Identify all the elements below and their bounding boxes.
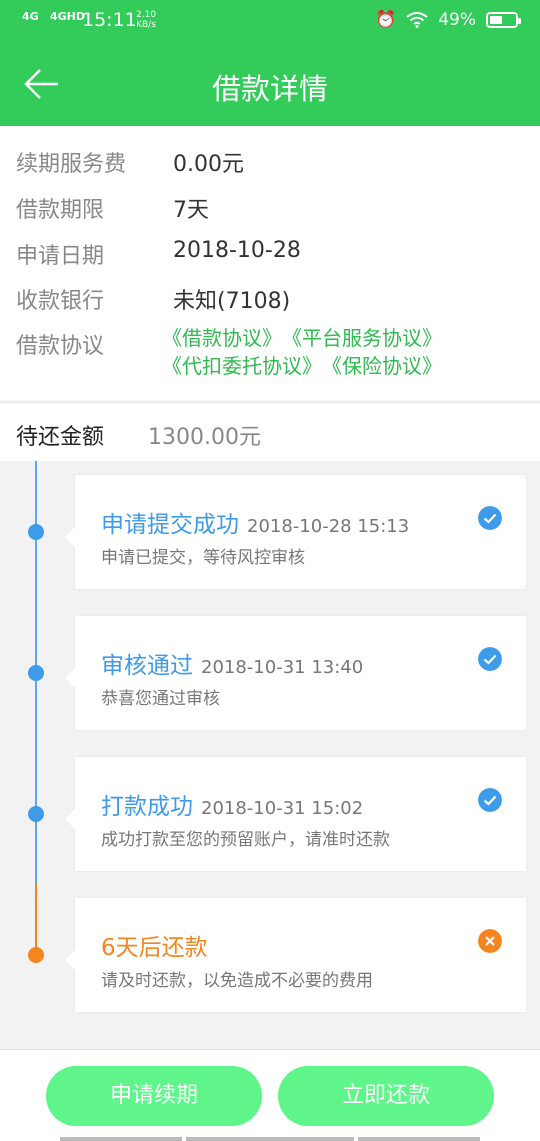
info-label: 续期服务费 (16, 152, 127, 177)
info-row-apply-date: 申请日期 2018-10-28 (16, 238, 301, 270)
timeline-dot (28, 524, 44, 540)
network-indicator-2: 4GHD (50, 10, 86, 23)
battery-percent: 49% (438, 10, 476, 30)
timeline-card-title: 申请提交成功 2018-10-28 15:13 (101, 505, 409, 539)
status-right: ⏰ 49% (375, 10, 521, 30)
timeline-card-title: 打款成功 2018-10-31 15:02 (101, 787, 363, 821)
info-value: 7天 (173, 198, 209, 223)
info-label: 收款银行 (16, 289, 105, 314)
step-title: 审核通过 (101, 653, 193, 679)
network-indicator-1: 4G (22, 10, 39, 23)
agreement-link-debit[interactable]: 《代扣委托协议》 (162, 354, 322, 378)
step-desc: 请及时还款，以免造成不必要的费用 (101, 971, 373, 991)
page-title: 借款详情 (211, 72, 328, 106)
close-circle-icon (478, 929, 502, 953)
info-row-agreement: 借款协议 (16, 328, 104, 360)
info-row-term: 借款期限 7天 (16, 192, 209, 224)
check-circle-icon (478, 647, 502, 671)
step-desc: 恭喜您通过审核 (101, 689, 220, 709)
timeline-card-title: 6天后还款 (101, 928, 208, 962)
timeline-card-repay-due: 6天后还款 请及时还款，以免造成不必要的费用 (65, 898, 526, 1012)
agreement-link-loan[interactable]: 《借款协议》 (162, 326, 282, 350)
info-value: 2018-10-28 (173, 238, 301, 263)
step-time: 2018-10-31 13:40 (201, 657, 364, 678)
repay-amount-label: 待还金额 (16, 425, 105, 450)
repay-now-button[interactable]: 立即还款 (278, 1066, 494, 1126)
info-value: 0.00元 (173, 152, 244, 177)
check-circle-icon (478, 506, 502, 530)
step-title: 申请提交成功 (101, 512, 239, 538)
nav-hint-bar (186, 1137, 354, 1141)
network-speed: 2.10 KB/s (136, 10, 156, 30)
timeline-dot (28, 806, 44, 822)
timeline-dot (28, 947, 44, 963)
timeline-card-paid: 打款成功 2018-10-31 15:02 成功打款至您的预留账户，请准时还款 (65, 757, 526, 871)
repay-amount: 待还金额 1300.00元 (0, 402, 540, 461)
progress-timeline: 申请提交成功 2018-10-28 15:13 申请已提交，等待风控审核 审核通过… (0, 461, 540, 1049)
step-time: 2018-10-31 15:02 (201, 798, 364, 819)
action-bar: 申请续期 立即还款 (0, 1049, 540, 1141)
info-label: 申请日期 (16, 244, 105, 269)
timeline-line-pending (35, 884, 37, 954)
network-speed-unit: KB/s (136, 20, 156, 30)
step-desc: 成功打款至您的预留账户，请准时还款 (101, 830, 390, 850)
timeline-card-approved: 审核通过 2018-10-31 13:40 恭喜您通过审核 (65, 616, 526, 730)
loan-info: 续期服务费 0.00元 借款期限 7天 申请日期 2018-10-28 收款银行… (0, 126, 540, 400)
alarm-icon: ⏰ (375, 10, 397, 30)
timeline-card-title: 审核通过 2018-10-31 13:40 (101, 646, 363, 680)
battery-icon (486, 12, 521, 28)
nav-hint-bar (358, 1137, 480, 1141)
network-speed-value: 2.10 (136, 10, 157, 20)
wifi-icon (406, 12, 428, 28)
timeline-dot (28, 665, 44, 681)
step-desc: 申请已提交，等待风控审核 (101, 548, 305, 568)
step-title: 打款成功 (101, 794, 193, 820)
info-label: 借款协议 (16, 334, 105, 359)
info-row-bank: 收款银行 未知(7108) (16, 283, 290, 315)
check-circle-icon (478, 788, 502, 812)
timeline-card-submitted: 申请提交成功 2018-10-28 15:13 申请已提交，等待风控审核 (65, 475, 526, 589)
clock: 15:11 (82, 9, 137, 31)
renew-button[interactable]: 申请续期 (46, 1066, 262, 1126)
agreement-link-platform[interactable]: 《平台服务协议》 (292, 326, 442, 350)
info-label: 借款期限 (16, 198, 105, 223)
info-row-renewal-fee: 续期服务费 0.00元 (16, 146, 244, 178)
info-value: 未知(7108) (173, 289, 291, 314)
step-time: 2018-10-28 15:13 (247, 516, 410, 537)
status-bar: 4G 4GHD 15:11 2.10 KB/s ⏰ 49% (0, 0, 540, 42)
app-header: 4G 4GHD 15:11 2.10 KB/s ⏰ 49% 借款详情 (0, 0, 540, 126)
agreement-link-insurance[interactable]: 《保险协议》 (332, 354, 442, 378)
nav-hint-bar (60, 1137, 182, 1141)
agreement-links: 《借款协议》 《平台服务协议》 《代扣委托协议》 《保险协议》 (162, 324, 452, 380)
repay-amount-value: 1300.00元 (148, 425, 261, 450)
step-title: 6天后还款 (101, 935, 208, 961)
